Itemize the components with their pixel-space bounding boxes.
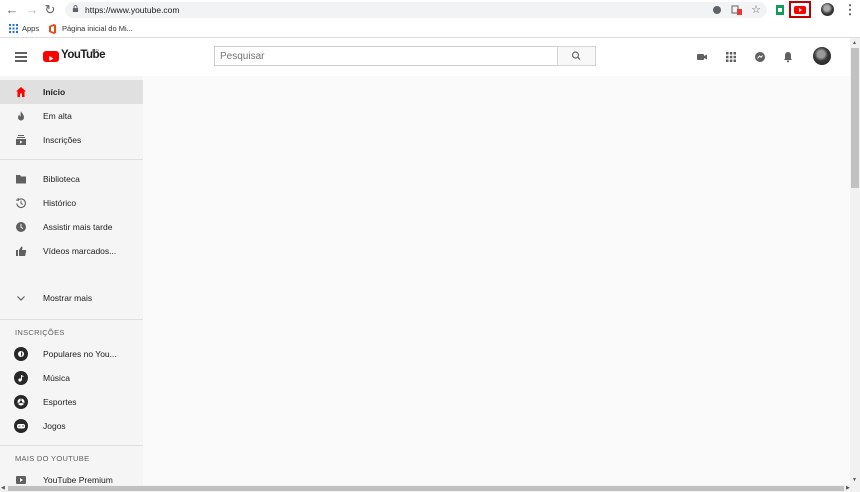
sidebar-item-videos-marcados[interactable]: Vídeos marcados... bbox=[0, 239, 143, 263]
notifications-bell-icon[interactable] bbox=[781, 50, 795, 64]
sidebar-item-label: Inscrições bbox=[43, 135, 82, 145]
sidebar-item-inicio[interactable]: Início bbox=[0, 80, 143, 104]
account-avatar[interactable] bbox=[813, 47, 831, 65]
create-video-icon[interactable] bbox=[695, 50, 709, 64]
trending-flame-icon bbox=[18, 111, 24, 121]
youtube-logo-icon[interactable] bbox=[43, 51, 59, 62]
history-icon bbox=[15, 197, 26, 209]
sidebar-item-label: Esportes bbox=[43, 397, 77, 407]
sidebar-item-label: YouTube Premium bbox=[43, 475, 113, 485]
sidebar-item-label: Início bbox=[43, 87, 66, 97]
sidebar-item-label: Música bbox=[43, 373, 70, 383]
subscriptions-heading: INSCRIÇÕES bbox=[15, 328, 65, 337]
sidebar-item-inscricoes[interactable]: Inscrições bbox=[0, 128, 143, 152]
sidebar-divider bbox=[0, 319, 143, 320]
scroll-up-arrow-icon[interactable]: ▲ bbox=[852, 40, 857, 46]
translate-icon[interactable] bbox=[730, 3, 744, 17]
main-content-area bbox=[143, 76, 850, 485]
sidebar-subscription-esportes[interactable]: Esportes bbox=[0, 390, 143, 414]
back-icon[interactable]: ← bbox=[4, 2, 20, 18]
sports-ball-icon bbox=[17, 398, 25, 406]
home-icon bbox=[16, 87, 26, 97]
reload-icon[interactable]: ↻ bbox=[42, 2, 58, 18]
sidebar-item-assistir-mais-tarde[interactable]: Assistir mais tarde bbox=[0, 215, 143, 239]
youtube-premium-icon bbox=[16, 476, 26, 484]
sidebar-item-label: Biblioteca bbox=[43, 174, 80, 184]
messages-icon[interactable] bbox=[753, 50, 767, 64]
sidebar-item-label: Populares no You... bbox=[43, 349, 117, 359]
sidebar-item-label: Histórico bbox=[43, 198, 77, 208]
sidebar-divider bbox=[0, 159, 143, 160]
search-icon bbox=[571, 51, 581, 60]
sidebar-item-label: Vídeos marcados... bbox=[43, 246, 117, 256]
horizontal-scrollbar-thumb[interactable] bbox=[8, 486, 844, 491]
sidebar-item-label: Assistir mais tarde bbox=[43, 222, 113, 232]
scroll-right-arrow-icon[interactable]: ▶ bbox=[846, 485, 850, 492]
chevron-down-icon bbox=[17, 296, 25, 301]
popular-channel-icon bbox=[18, 351, 24, 357]
bookmark-apps[interactable]: Apps bbox=[22, 22, 39, 36]
scroll-down-arrow-icon[interactable]: ▼ bbox=[852, 477, 857, 483]
scroll-left-arrow-icon[interactable]: ◀ bbox=[1, 485, 5, 492]
sidebar-item-historico[interactable]: Histórico bbox=[0, 191, 143, 215]
logo-country-code: BR bbox=[92, 49, 99, 55]
forward-icon[interactable]: → bbox=[24, 2, 40, 18]
library-folder-icon bbox=[16, 175, 26, 184]
extension-sheets-icon[interactable] bbox=[773, 3, 787, 17]
lock-icon bbox=[72, 5, 79, 12]
sidebar-item-youtube-premium[interactable]: YouTube Premium bbox=[0, 468, 143, 485]
vertical-scrollbar-thumb[interactable] bbox=[851, 48, 859, 188]
sidebar-subscription-musica[interactable]: Música bbox=[0, 366, 143, 390]
url-text[interactable]: https://www.youtube.com bbox=[85, 3, 180, 17]
guide-sidebar: Início Em alta Inscrições Biblioteca His… bbox=[0, 76, 143, 485]
extension-cloud-icon[interactable] bbox=[710, 3, 724, 17]
gamepad-icon bbox=[17, 424, 25, 429]
more-from-youtube-heading: MAIS DO YOUTUBE bbox=[15, 454, 90, 463]
channel-avatar bbox=[14, 419, 28, 433]
sidebar-item-label: Jogos bbox=[43, 421, 66, 431]
show-more-label: Mostrar mais bbox=[43, 293, 93, 303]
sidebar-item-em-alta[interactable]: Em alta bbox=[0, 104, 143, 128]
music-note-icon bbox=[18, 375, 24, 382]
search-button[interactable] bbox=[557, 46, 596, 66]
channel-avatar bbox=[14, 371, 28, 385]
watch-later-clock-icon bbox=[16, 222, 26, 232]
sidebar-divider bbox=[0, 445, 143, 446]
thumbs-up-icon bbox=[16, 246, 27, 256]
sidebar-show-more[interactable]: Mostrar mais bbox=[0, 286, 143, 310]
channel-avatar bbox=[14, 347, 28, 361]
menu-kebab-icon[interactable]: ⋮ bbox=[842, 2, 858, 18]
sidebar-item-label: Em alta bbox=[43, 111, 72, 121]
search-input[interactable] bbox=[214, 46, 558, 66]
bookmark-star-icon[interactable]: ☆ bbox=[749, 3, 763, 17]
menu-hamburger-icon[interactable] bbox=[15, 52, 27, 62]
apps-grid-icon bbox=[9, 24, 18, 33]
youtube-extension-icon[interactable] bbox=[793, 3, 807, 17]
channel-avatar bbox=[14, 395, 28, 409]
apps-icon[interactable] bbox=[724, 50, 738, 64]
sidebar-subscription-populares[interactable]: Populares no You... bbox=[0, 342, 143, 366]
subscriptions-icon bbox=[16, 135, 26, 145]
office-icon bbox=[49, 24, 56, 34]
sidebar-subscription-jogos[interactable]: Jogos bbox=[0, 414, 143, 438]
profile-avatar-icon[interactable] bbox=[821, 3, 834, 16]
bookmark-office[interactable]: Página inicial do Mi... bbox=[62, 22, 133, 36]
sidebar-item-biblioteca[interactable]: Biblioteca bbox=[0, 167, 143, 191]
